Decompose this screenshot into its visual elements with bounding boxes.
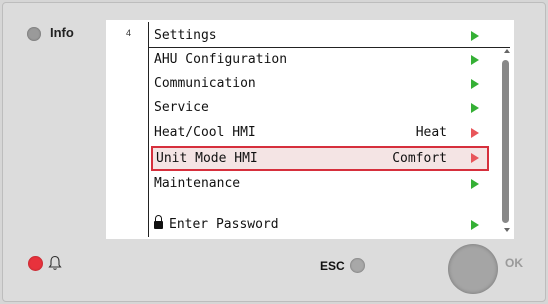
scrollbar-thumb[interactable] <box>502 60 509 223</box>
menu-item-label: Enter Password <box>169 217 279 232</box>
chevron-right-icon <box>471 153 479 163</box>
ok-label: OK <box>505 256 523 270</box>
chevron-right-icon <box>471 103 479 113</box>
menu-item-unit-mode-hmi[interactable]: Unit Mode HMI Comfort <box>151 146 489 171</box>
esc-button[interactable] <box>350 258 365 273</box>
chevron-right-icon <box>471 179 479 189</box>
menu-item-value: Comfort <box>392 151 447 166</box>
menu-item-label: Service <box>154 100 209 115</box>
menu-item-value: Heat <box>415 125 447 140</box>
page-title: Settings <box>154 28 217 43</box>
menu-item-label: AHU Configuration <box>154 52 288 67</box>
info-led-icon <box>27 27 41 41</box>
bell-icon[interactable] <box>48 255 62 271</box>
menu-item-enter-password[interactable]: Enter Password <box>149 214 489 236</box>
menu-item-ahu-configuration[interactable]: AHU Configuration <box>149 49 489 71</box>
scroll-up-icon[interactable] <box>504 49 510 53</box>
menu-title-row: Settings <box>149 25 489 47</box>
menu-level-number: 4 <box>126 28 132 38</box>
scroll-down-icon[interactable] <box>504 228 510 232</box>
chevron-right-icon <box>471 220 479 230</box>
chevron-right-icon <box>471 55 479 65</box>
info-label[interactable]: Info <box>50 25 74 40</box>
esc-label: ESC <box>320 259 345 273</box>
menu-item-maintenance[interactable]: Maintenance <box>149 173 489 195</box>
ok-button[interactable] <box>448 244 498 294</box>
menu-item-label: Heat/Cool HMI <box>154 125 256 140</box>
menu-item-label-wrap: Enter Password <box>154 214 279 236</box>
menu-item-heat-cool-hmi[interactable]: Heat/Cool HMI Heat <box>149 122 489 144</box>
menu-item-communication[interactable]: Communication <box>149 73 489 95</box>
alarm-led-icon <box>28 256 43 271</box>
chevron-right-icon <box>471 79 479 89</box>
chevron-right-icon <box>471 31 479 41</box>
menu-item-label: Maintenance <box>154 176 241 191</box>
menu-item-label: Communication <box>154 76 256 91</box>
menu-item-service[interactable]: Service <box>149 97 489 119</box>
chevron-right-icon <box>471 128 479 138</box>
lock-icon <box>154 215 163 229</box>
screen-divider-horizontal <box>148 47 510 48</box>
menu-item-label: Unit Mode HMI <box>156 151 258 166</box>
